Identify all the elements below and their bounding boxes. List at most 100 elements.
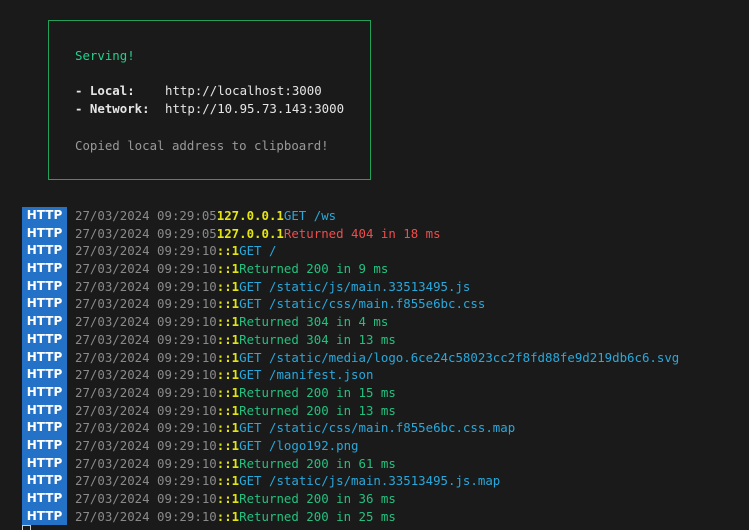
log-ip: ::1 — [216, 261, 240, 277]
log-row: HTTP 27/03/2024 09:29:10 ::1 Returned 200… — [22, 490, 679, 508]
log-ip: 127.0.0.1 — [216, 208, 284, 223]
local-url[interactable]: http://localhost:3000 — [165, 83, 322, 98]
log-message: Returned 200 in 9 ms — [239, 261, 389, 277]
http-badge: HTTP — [22, 472, 67, 490]
log-timestamp: 27/03/2024 09:29:05 — [75, 225, 217, 241]
http-badge: HTTP — [22, 419, 67, 437]
log-ip: ::1 — [216, 420, 240, 436]
log-message: Returned 304 in 4 ms — [239, 314, 389, 330]
http-badge: HTTP — [22, 507, 67, 526]
http-badge: HTTP — [22, 224, 67, 243]
log-message: GET /logo192.png — [239, 437, 359, 453]
log-row: HTTP 27/03/2024 09:29:10 ::1 Returned 200… — [22, 454, 679, 473]
log-ip: ::1 — [216, 367, 240, 383]
log-timestamp: 27/03/2024 09:29:10 — [75, 367, 217, 383]
log-timestamp: 27/03/2024 09:29:10 — [75, 455, 217, 471]
http-badge: HTTP — [22, 330, 67, 349]
serving-title: Serving! — [75, 48, 135, 63]
log-ip: ::1 — [216, 331, 240, 347]
log-row: HTTP 27/03/2024 09:29:10 ::1 GET /static/… — [22, 277, 679, 296]
network-url[interactable]: http://10.95.73.143:3000 — [165, 101, 344, 116]
http-log: HTTP 27/03/2024 09:29:05 127.0.0.1 GET /w… — [22, 207, 680, 526]
log-message: GET /static/media/logo.6ce24c58023cc2f8f… — [239, 349, 680, 365]
log-message: GET / — [239, 243, 277, 259]
log-ip: ::1 — [216, 508, 240, 524]
log-message: GET /manifest.json — [239, 367, 374, 383]
log-timestamp: 27/03/2024 09:29:10 — [75, 243, 217, 259]
log-row: HTTP 27/03/2024 09:29:05 127.0.0.1 Return… — [22, 224, 679, 243]
log-message: Returned 404 in 18 ms — [283, 225, 441, 241]
log-row: HTTP 27/03/2024 09:29:10 ::1 GET /manifes… — [22, 366, 679, 384]
log-timestamp: 27/03/2024 09:29:10 — [75, 261, 217, 277]
http-badge: HTTP — [22, 348, 67, 367]
local-label: - Local: — [75, 83, 135, 98]
copied-message: Copied local address to clipboard! — [75, 138, 329, 153]
log-ip: ::1 — [216, 349, 240, 365]
log-ip: ::1 — [216, 455, 240, 471]
log-row: HTTP 27/03/2024 09:29:05 127.0.0.1 GET /w… — [22, 207, 679, 225]
http-badge: HTTP — [22, 383, 67, 402]
http-badge: HTTP — [22, 295, 67, 314]
http-badge: HTTP — [22, 490, 67, 508]
log-timestamp: 27/03/2024 09:29:10 — [75, 437, 217, 453]
log-timestamp: 27/03/2024 09:29:10 — [75, 384, 217, 400]
http-badge: HTTP — [22, 277, 67, 296]
log-ip: ::1 — [216, 384, 240, 400]
local-address: - Local: http://localhost:3000 — [75, 83, 322, 98]
log-row: HTTP 27/03/2024 09:29:10 ::1 Returned 304… — [22, 330, 679, 349]
log-row: HTTP 27/03/2024 09:29:10 ::1 Returned 304… — [22, 313, 679, 331]
log-ip: ::1 — [216, 491, 240, 506]
http-badge: HTTP — [22, 366, 67, 384]
log-timestamp: 27/03/2024 09:29:10 — [75, 473, 217, 489]
log-message: GET /static/css/main.f855e6bc.css.map — [239, 420, 516, 436]
log-message: Returned 200 in 25 ms — [239, 508, 396, 524]
log-ip: ::1 — [216, 402, 240, 418]
log-ip: ::1 — [216, 296, 240, 312]
log-ip: ::1 — [216, 314, 240, 330]
http-badge: HTTP — [22, 454, 67, 473]
log-timestamp: 27/03/2024 09:29:10 — [75, 402, 217, 418]
log-message: Returned 304 in 13 ms — [239, 331, 396, 347]
log-ip: ::1 — [216, 473, 240, 489]
network-label: - Network: — [75, 101, 150, 116]
log-row: HTTP 27/03/2024 09:29:10 ::1 Returned 200… — [22, 383, 679, 402]
log-message: Returned 200 in 13 ms — [239, 402, 396, 418]
log-timestamp: 27/03/2024 09:29:10 — [75, 278, 217, 294]
http-badge: HTTP — [22, 401, 67, 420]
log-message: GET /ws — [283, 208, 337, 223]
log-timestamp: 27/03/2024 09:29:10 — [75, 508, 217, 524]
log-row: HTTP 27/03/2024 09:29:10 ::1 GET /static/… — [22, 419, 679, 437]
log-timestamp: 27/03/2024 09:29:05 — [75, 208, 217, 223]
http-badge: HTTP — [22, 313, 67, 331]
serve-info-box: Serving! - Local: http://localhost:3000 -… — [48, 20, 371, 180]
log-message: Returned 200 in 36 ms — [239, 491, 396, 506]
log-ip: ::1 — [216, 243, 240, 259]
log-message: GET /static/js/main.33513495.js — [239, 278, 471, 294]
log-ip: ::1 — [216, 278, 240, 294]
log-row: HTTP 27/03/2024 09:29:10 ::1 GET /static/… — [22, 472, 679, 490]
http-badge: HTTP — [22, 242, 67, 261]
log-timestamp: 27/03/2024 09:29:10 — [75, 349, 217, 365]
http-badge: HTTP — [22, 260, 67, 278]
http-badge: HTTP — [22, 207, 67, 225]
log-row: HTTP 27/03/2024 09:29:10 ::1 GET /static/… — [22, 295, 679, 314]
log-ip: 127.0.0.1 — [216, 225, 284, 241]
log-row: HTTP 27/03/2024 09:29:10 ::1 Returned 200… — [22, 401, 679, 420]
log-timestamp: 27/03/2024 09:29:10 — [75, 420, 217, 436]
terminal-cursor — [22, 525, 31, 530]
log-ip: ::1 — [216, 437, 240, 453]
log-timestamp: 27/03/2024 09:29:10 — [75, 491, 217, 506]
log-row: HTTP 27/03/2024 09:29:10 ::1 Returned 200… — [22, 507, 679, 526]
log-message: GET /static/js/main.33513495.js.map — [239, 473, 501, 489]
log-timestamp: 27/03/2024 09:29:10 — [75, 296, 217, 312]
log-row: HTTP 27/03/2024 09:29:10 ::1 GET /static/… — [22, 348, 680, 367]
http-badge: HTTP — [22, 436, 67, 455]
log-row: HTTP 27/03/2024 09:29:10 ::1 GET / — [22, 242, 679, 261]
network-address: - Network: http://10.95.73.143:3000 — [75, 101, 344, 116]
log-row: HTTP 27/03/2024 09:29:10 ::1 Returned 200… — [22, 260, 679, 278]
log-timestamp: 27/03/2024 09:29:10 — [75, 314, 217, 330]
log-row: HTTP 27/03/2024 09:29:10 ::1 GET /logo192… — [22, 436, 679, 455]
log-timestamp: 27/03/2024 09:29:10 — [75, 331, 217, 347]
log-message: Returned 200 in 61 ms — [239, 455, 396, 471]
log-message: Returned 200 in 15 ms — [239, 384, 396, 400]
